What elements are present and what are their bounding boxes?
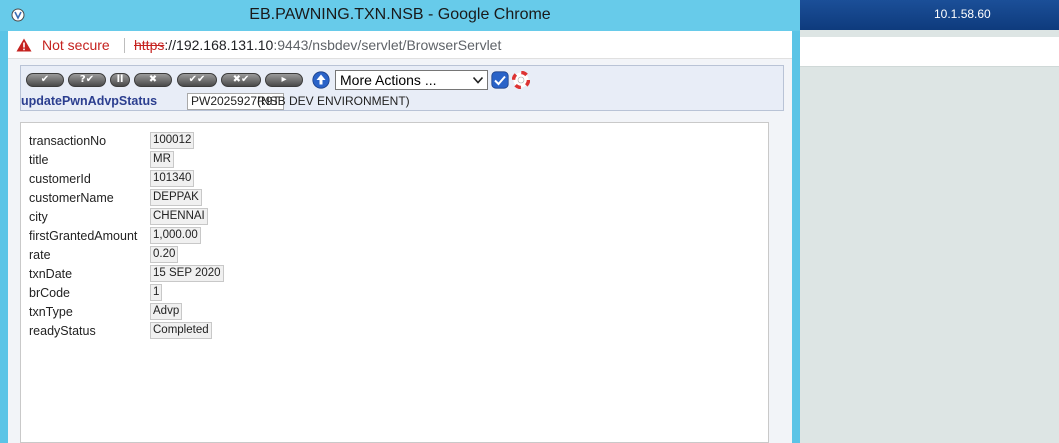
field-label: transactionNo (29, 134, 107, 148)
field-value: 101340 (150, 170, 195, 187)
chrome-window: EB.PAWNING.TXN.NSB - Google Chrome Not s… (0, 0, 800, 443)
window-title: EB.PAWNING.TXN.NSB - Google Chrome (249, 6, 551, 23)
url-path: :9443/nsbdev/servlet/BrowserServlet (273, 37, 502, 53)
more-actions-select[interactable]: More Actions ... (335, 70, 488, 90)
url-scheme: https (134, 37, 165, 53)
url-host: ://192.168.131.10 (164, 37, 274, 53)
address-bar[interactable]: Not secure https://192.168.131.10:9443/n… (8, 31, 792, 59)
field-value: Completed (150, 322, 212, 339)
field-value: 100012 (150, 132, 195, 149)
field-label: txnType (29, 305, 73, 319)
upload-icon[interactable] (312, 71, 330, 89)
next-button[interactable]: ▸ (265, 73, 303, 87)
field-value: Advp (150, 303, 183, 320)
background-app-toolbar (800, 37, 1059, 67)
field-value: MR (150, 151, 174, 168)
title-bar[interactable]: EB.PAWNING.TXN.NSB - Google Chrome (0, 0, 800, 31)
field-label: firstGrantedAmount (29, 229, 138, 243)
address-separator (124, 38, 125, 53)
page-content: ✔ ?✔ ll ✖ ✔✔ ✖✔ ▸ More Actions ... updat… (8, 59, 792, 443)
field-value: 1 (150, 284, 163, 301)
hold-button[interactable]: ll (110, 73, 130, 87)
ip-address: 10.1.58.60 (934, 7, 991, 21)
url-text[interactable]: https://192.168.131.10:9443/nsbdev/servl… (134, 37, 501, 53)
field-label: customerName (29, 191, 114, 205)
field-value: CHENNAI (150, 208, 208, 225)
delete-button[interactable]: ✖ (134, 73, 172, 87)
field-label: title (29, 153, 49, 167)
field-label: city (29, 210, 48, 224)
warning-icon[interactable] (16, 38, 32, 52)
reverse-button[interactable]: ✖✔ (221, 73, 261, 87)
background-app-area (800, 30, 1059, 443)
help-validate-button[interactable]: ?✔ (68, 73, 106, 87)
field-value: 0.20 (150, 246, 179, 263)
validate-button[interactable]: ✔ (26, 73, 64, 87)
lifebuoy-help-icon[interactable] (512, 71, 530, 89)
field-label: readyStatus (29, 324, 96, 338)
toolbar-panel: ✔ ?✔ ll ✖ ✔✔ ✖✔ ▸ More Actions ... updat… (20, 65, 784, 111)
environment-label: (NSB DEV ENVIRONMENT) (257, 94, 410, 108)
record-panel: transactionNo 100012 title MR customerId… (20, 122, 769, 443)
field-label: customerId (29, 172, 91, 186)
authorise-button[interactable]: ✔✔ (177, 73, 217, 87)
field-label: brCode (29, 286, 70, 300)
chevron-down-icon (473, 77, 483, 84)
field-value: 1,000.00 (150, 227, 201, 244)
field-value: 15 SEP 2020 (150, 265, 224, 282)
more-actions-value: More Actions ... (340, 72, 437, 88)
go-check-icon[interactable] (491, 71, 509, 89)
field-value: DEPPAK (150, 189, 202, 206)
field-label: rate (29, 248, 51, 262)
not-secure-label[interactable]: Not secure (42, 37, 110, 53)
field-label: txnDate (29, 267, 73, 281)
version-name-label: updatePwnAdvpStatus (21, 94, 158, 108)
